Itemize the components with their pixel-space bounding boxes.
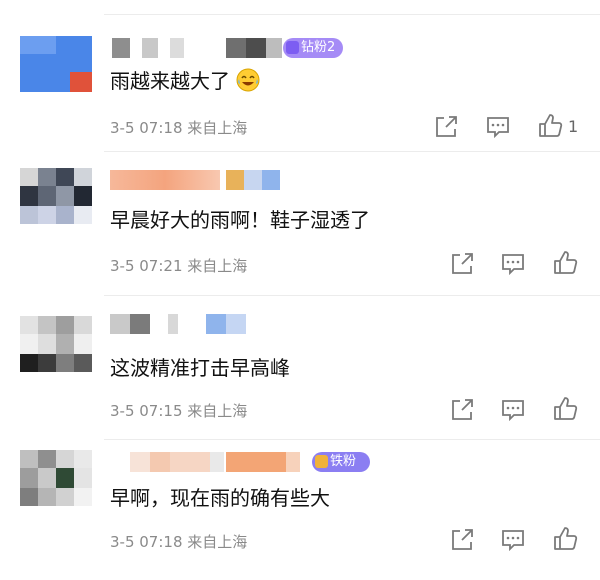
comment-text: 这波精准打击早高峰 <box>110 352 290 381</box>
comment-item: 铁粉2 早啊，现在雨的确有些大 3-5 07:18 来自上海 <box>0 440 600 580</box>
comment-location: 来自上海 <box>187 402 248 420</box>
comment-icon[interactable] <box>499 396 527 424</box>
comment-location: 来自上海 <box>187 257 248 275</box>
laugh-cry-icon <box>236 68 260 92</box>
avatar[interactable] <box>20 316 92 372</box>
like-count: 1 <box>568 117 579 136</box>
fan-badge-label: 铁粉2 <box>330 454 357 489</box>
comment-meta: 3-5 07:18 来自上海 <box>110 531 247 552</box>
comment-item: 这波精准打击早高峰 3-5 07:15 来自上海 <box>0 296 600 436</box>
share-icon[interactable] <box>448 250 476 278</box>
like-icon[interactable] <box>551 249 579 277</box>
avatar[interactable] <box>20 36 92 92</box>
fan-badge: 钻粉2 <box>283 38 343 58</box>
comment-text: 早啊，现在雨的确有些大 <box>110 482 330 511</box>
comment-time: 3-5 07:15 <box>110 402 183 420</box>
like-icon[interactable] <box>551 525 579 553</box>
comment-text-content: 雨越来越大了 <box>110 69 230 93</box>
like-icon[interactable] <box>551 395 579 423</box>
share-icon[interactable] <box>448 526 476 554</box>
comment-text: 雨越来越大了 <box>110 65 260 94</box>
avatar[interactable] <box>20 450 92 506</box>
share-icon[interactable] <box>448 396 476 424</box>
comment-item: 早晨好大的雨啊！鞋子湿透了 3-5 07:21 来自上海 <box>0 152 600 292</box>
diamond-fan-icon <box>286 41 299 54</box>
comment-item: 钻粉2 雨越来越大了 3-5 07:18 来自上海 1 <box>0 20 600 160</box>
comment-text: 早晨好大的雨啊！鞋子湿透了 <box>110 204 370 233</box>
comment-icon[interactable] <box>499 526 527 554</box>
share-icon[interactable] <box>432 113 460 141</box>
comment-meta: 3-5 07:18 来自上海 <box>110 117 247 138</box>
iron-fan-icon <box>315 455 328 468</box>
comment-location: 来自上海 <box>187 533 248 551</box>
comment-text-content: 早晨好大的雨啊！鞋子湿透了 <box>110 208 370 232</box>
comment-icon[interactable] <box>499 250 527 278</box>
comment-text-content: 早啊，现在雨的确有些大 <box>110 486 330 510</box>
comment-meta: 3-5 07:15 来自上海 <box>110 400 247 421</box>
separator <box>104 14 600 15</box>
fan-badge: 铁粉2 <box>312 452 370 489</box>
avatar[interactable] <box>20 168 92 224</box>
comment-time: 3-5 07:18 <box>110 533 183 551</box>
comment-icon[interactable] <box>484 113 512 141</box>
comment-time: 3-5 07:18 <box>110 119 183 137</box>
comment-time: 3-5 07:21 <box>110 257 183 275</box>
comment-text-content: 这波精准打击早高峰 <box>110 356 290 380</box>
like-icon[interactable] <box>536 112 564 140</box>
comment-meta: 3-5 07:21 来自上海 <box>110 255 247 276</box>
comment-location: 来自上海 <box>187 119 248 137</box>
fan-badge-label: 钻粉2 <box>301 40 336 55</box>
